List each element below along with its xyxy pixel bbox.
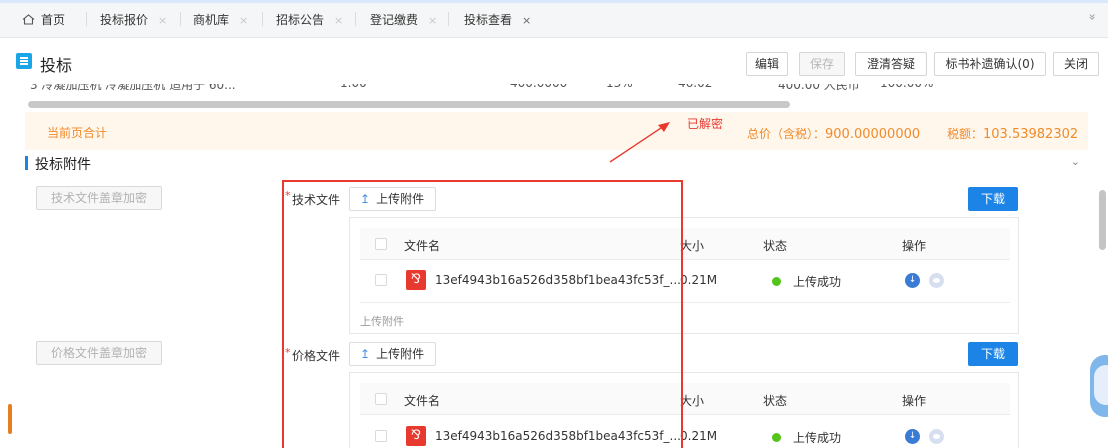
table-cell: 1.00 (340, 84, 367, 92)
tab-label: 招标公告 (276, 13, 325, 27)
horizontal-scrollbar[interactable] (28, 101, 790, 108)
clarify-button[interactable]: 澄清答疑 (855, 52, 927, 76)
tab-bid-view[interactable]: 投标查看 × (464, 10, 531, 30)
annotation-arrow (609, 122, 670, 163)
table-row: 3 冷凝加压机 冷凝加压机 适用于 60... 1.00 400.0000 13… (30, 84, 940, 93)
file-status: 上传成功 (793, 431, 842, 445)
column-header-size: 大小 (680, 239, 705, 253)
section-accent-bar (25, 156, 28, 170)
column-header-action: 操作 (902, 239, 927, 253)
summary-label: 当前页合计 (47, 126, 108, 140)
table-cell: 46.02 (678, 84, 712, 92)
column-header-status: 状态 (763, 394, 788, 408)
tech-seal-encrypt-button[interactable]: 技术文件盖章加密 (36, 186, 162, 210)
success-status-icon (772, 277, 781, 286)
attachments-section-header[interactable]: 投标附件 ⌄ (25, 152, 1088, 174)
annotation-highlight-box (282, 180, 683, 448)
table-cell: 13% (606, 84, 633, 92)
total-value: 900.00000000 (825, 127, 921, 142)
tab-label: 投标报价 (100, 13, 149, 27)
page-header: 投标 编辑 保存 澄清答疑 标书补遗确认(0) 关闭 (0, 38, 1108, 84)
preview-eye-icon[interactable] (929, 429, 944, 444)
close-icon[interactable]: × (334, 14, 343, 27)
vertical-scrollbar[interactable] (1099, 190, 1106, 250)
preview-eye-icon[interactable] (929, 273, 944, 288)
tax-label: 税额： (947, 127, 984, 141)
tab-label: 首页 (41, 13, 66, 27)
download-icon[interactable]: ↓ (905, 429, 920, 444)
tax-value: 103.53982302 (983, 127, 1079, 142)
tab-label: 商机库 (193, 13, 230, 27)
tab-opportunity-library[interactable]: 商机库 × (193, 10, 248, 30)
success-status-icon (772, 433, 781, 442)
column-header-action: 操作 (902, 394, 927, 408)
supplement-confirm-button[interactable]: 标书补遗确认(0) (934, 52, 1046, 76)
tab-label: 登记缴费 (370, 13, 419, 27)
save-button[interactable]: 保存 (799, 52, 845, 76)
tab-divider (86, 12, 87, 26)
close-icon[interactable]: × (158, 14, 167, 27)
floating-assistant-inner (1094, 365, 1108, 405)
file-size: 0.21M (680, 273, 718, 287)
tab-divider (355, 12, 356, 26)
tab-divider (448, 12, 449, 26)
price-seal-encrypt-button[interactable]: 价格文件盖章加密 (36, 341, 162, 365)
edit-button[interactable]: 编辑 (746, 52, 788, 76)
table-cell: 3 冷凝加压机 冷凝加压机 适用于 60... (30, 84, 236, 92)
tab-home[interactable]: 首页 (22, 10, 65, 30)
table-cell: 400.00 人民币 (778, 84, 860, 92)
decrypted-annotation: 已解密 (687, 117, 724, 131)
tab-bar-accent (0, 0, 1108, 3)
app-root: 首页 投标报价 × 商机库 × 招标公告 × 登记缴费 × 投标查看 × » 投标 编辑 (0, 0, 1108, 448)
tech-download-button[interactable]: 下载 (968, 187, 1018, 211)
section-title: 投标附件 (35, 157, 91, 173)
column-header-status: 状态 (763, 239, 788, 253)
file-size: 0.21M (680, 429, 718, 443)
tab-registration-payment[interactable]: 登记缴费 × (370, 10, 437, 30)
total-label: 总价（含税）： (747, 127, 826, 141)
side-handle[interactable] (8, 404, 12, 434)
close-icon[interactable]: × (239, 14, 248, 27)
tab-label: 投标查看 (464, 13, 513, 27)
close-icon[interactable]: × (522, 14, 531, 27)
tab-divider (262, 12, 263, 26)
document-icon (16, 53, 32, 69)
chevron-double-down-icon[interactable]: » (1085, 13, 1099, 20)
tab-bid-quote[interactable]: 投标报价 × (100, 10, 167, 30)
price-download-button[interactable]: 下载 (968, 342, 1018, 366)
tax-amount: 税额：103.53982302 (947, 125, 1078, 142)
download-icon[interactable]: ↓ (905, 273, 920, 288)
page-title: 投标 (40, 56, 73, 75)
file-status: 上传成功 (793, 275, 842, 289)
tab-divider (180, 12, 181, 26)
tab-bar: 首页 投标报价 × 商机库 × 招标公告 × 登记缴费 × 投标查看 × » (0, 0, 1108, 38)
close-button[interactable]: 关闭 (1053, 52, 1099, 76)
page-summary: 当前页合计 已解密 总价（含税）：900.00000000 税额：103.539… (25, 112, 1088, 150)
close-icon[interactable]: × (428, 14, 437, 27)
table-cell: 100.00% (880, 84, 933, 92)
column-header-size: 大小 (680, 394, 705, 408)
chevron-down-icon[interactable]: ⌄ (1071, 155, 1080, 168)
total-price: 总价（含税）：900.00000000 (747, 125, 920, 142)
table-cell: 400.0000 (510, 84, 567, 92)
home-icon (22, 14, 35, 25)
tab-tender-notice[interactable]: 招标公告 × (276, 10, 343, 30)
